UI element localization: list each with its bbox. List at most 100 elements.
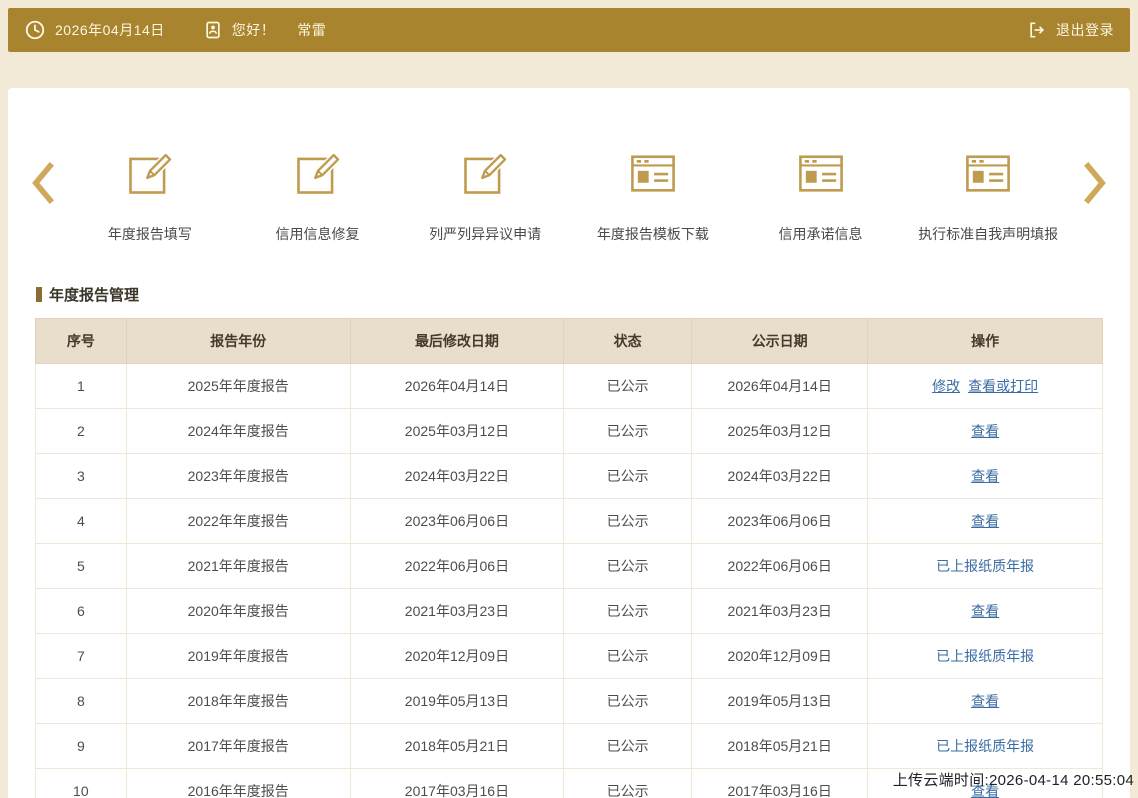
actions-cell: 查看 xyxy=(868,589,1103,634)
action-link[interactable]: 查看 xyxy=(971,603,999,619)
table-row: 62020年年度报告2021年03月23日已公示2021年03月23日查看 xyxy=(36,589,1103,634)
modified-date: 2023年06月06日 xyxy=(350,499,563,544)
upload-time-text: 上传云端时间:2026-04-14 20:55:04 xyxy=(893,769,1134,790)
actions-cell: 查看 xyxy=(868,454,1103,499)
actions-cell: 查看 xyxy=(868,409,1103,454)
main-card: 年度报告填写 信用信息修复 列严列异异议申请年度报告模板下载信用承诺信息 执行标准自我… xyxy=(8,88,1130,798)
status: 已公示 xyxy=(564,724,692,769)
report-year: 2023年年度报告 xyxy=(126,454,350,499)
carousel-items: 年度报告填写 信用信息修复 列严列异异议申请年度报告模板下载信用承诺信息 执行标准自我… xyxy=(66,146,1072,244)
shortcut-carousel: 年度报告填写 信用信息修复 列严列异异议申请年度报告模板下载信用承诺信息 执行标准自我… xyxy=(8,88,1130,244)
publish-date: 2023年06月06日 xyxy=(692,499,868,544)
actions-cell: 已上报纸质年报 xyxy=(868,724,1103,769)
publish-date: 2021年03月23日 xyxy=(692,589,868,634)
status: 已公示 xyxy=(564,769,692,798)
row-number: 10 xyxy=(36,769,127,798)
report-year: 2021年年度报告 xyxy=(126,544,350,589)
status: 已公示 xyxy=(564,364,692,409)
form-icon xyxy=(962,146,1014,200)
logout-button[interactable]: 退出登录 xyxy=(1027,20,1114,40)
row-number: 2 xyxy=(36,409,127,454)
action-link[interactable]: 查看 xyxy=(971,693,999,709)
row-number: 8 xyxy=(36,679,127,724)
shortcut-item-3[interactable]: 列严列异异议申请 xyxy=(401,146,569,244)
modified-date: 2021年03月23日 xyxy=(350,589,563,634)
annual-report-table: 序号报告年份最后修改日期状态公示日期操作 12025年年度报告2026年04月1… xyxy=(35,318,1103,798)
chevron-left-icon xyxy=(27,158,59,211)
shortcut-label: 年度报告填写 xyxy=(108,224,192,244)
action-link[interactable]: 查看 xyxy=(971,513,999,529)
action-link[interactable]: 查看 xyxy=(971,423,999,439)
table-container: 序号报告年份最后修改日期状态公示日期操作 12025年年度报告2026年04月1… xyxy=(35,318,1103,798)
report-year: 2019年年度报告 xyxy=(126,634,350,679)
greeting-text: 您好！ xyxy=(232,20,276,40)
shortcut-label: 信用承诺信息 xyxy=(779,224,863,244)
status: 已公示 xyxy=(564,409,692,454)
action-link[interactable]: 查看 xyxy=(971,468,999,484)
form-icon xyxy=(627,146,679,200)
publish-date: 2019年05月13日 xyxy=(692,679,868,724)
row-number: 7 xyxy=(36,634,127,679)
row-number: 1 xyxy=(36,364,127,409)
edit-icon xyxy=(292,146,344,200)
shortcut-label: 信用信息修复 xyxy=(276,224,360,244)
shortcut-label: 执行标准自我声明填报 xyxy=(918,224,1058,244)
section-title: 年度报告管理 xyxy=(36,284,1130,305)
table-row: 42022年年度报告2023年06月06日已公示2023年06月06日查看 xyxy=(36,499,1103,544)
action-text: 已上报纸质年报 xyxy=(936,648,1034,664)
shortcut-item-5[interactable]: 信用承诺信息 xyxy=(737,146,905,244)
actions-cell: 已上报纸质年报 xyxy=(868,544,1103,589)
row-number: 3 xyxy=(36,454,127,499)
report-year: 2018年年度报告 xyxy=(126,679,350,724)
shortcut-item-1[interactable]: 年度报告填写 xyxy=(66,146,234,244)
actions-cell: 已上报纸质年报 xyxy=(868,634,1103,679)
form-icon xyxy=(795,146,847,200)
edit-icon xyxy=(124,146,176,200)
action-text: 已上报纸质年报 xyxy=(936,738,1034,754)
modified-date: 2026年04月14日 xyxy=(350,364,563,409)
topbar: 2026年04月14日 您好！ 常雷 退出登录 xyxy=(8,8,1130,52)
actions-cell: 查看 xyxy=(868,499,1103,544)
table-row: 22024年年度报告2025年03月12日已公示2025年03月12日查看 xyxy=(36,409,1103,454)
column-header: 序号 xyxy=(36,319,127,364)
modified-date: 2018年05月21日 xyxy=(350,724,563,769)
report-year: 2017年年度报告 xyxy=(126,724,350,769)
carousel-prev-button[interactable] xyxy=(20,158,66,211)
report-year: 2016年年度报告 xyxy=(126,769,350,798)
column-header: 报告年份 xyxy=(126,319,350,364)
modified-date: 2022年06月06日 xyxy=(350,544,563,589)
column-header: 状态 xyxy=(564,319,692,364)
publish-date: 2018年05月21日 xyxy=(692,724,868,769)
section-title-label: 年度报告管理 xyxy=(49,284,139,305)
column-header: 操作 xyxy=(868,319,1103,364)
table-row: 82018年年度报告2019年05月13日已公示2019年05月13日查看 xyxy=(36,679,1103,724)
carousel-next-button[interactable] xyxy=(1072,158,1118,211)
actions-cell: 修改查看或打印 xyxy=(868,364,1103,409)
status: 已公示 xyxy=(564,634,692,679)
username: 常雷 xyxy=(297,20,326,40)
shortcut-item-2[interactable]: 信用信息修复 xyxy=(234,146,402,244)
column-header: 最后修改日期 xyxy=(350,319,563,364)
table-row: 12025年年度报告2026年04月14日已公示2026年04月14日修改查看或… xyxy=(36,364,1103,409)
status: 已公示 xyxy=(564,454,692,499)
report-year: 2024年年度报告 xyxy=(126,409,350,454)
publish-date: 2020年12月09日 xyxy=(692,634,868,679)
action-text: 已上报纸质年报 xyxy=(936,558,1034,574)
row-number: 5 xyxy=(36,544,127,589)
row-number: 6 xyxy=(36,589,127,634)
table-row: 92017年年度报告2018年05月21日已公示2018年05月21日已上报纸质… xyxy=(36,724,1103,769)
section-marker xyxy=(36,287,42,302)
logout-icon xyxy=(1027,20,1047,40)
action-link[interactable]: 修改 xyxy=(932,378,960,394)
publish-date: 2025年03月12日 xyxy=(692,409,868,454)
row-number: 9 xyxy=(36,724,127,769)
modified-date: 2025年03月12日 xyxy=(350,409,563,454)
report-year: 2020年年度报告 xyxy=(126,589,350,634)
publish-date: 2026年04月14日 xyxy=(692,364,868,409)
shortcut-item-4[interactable]: 年度报告模板下载 xyxy=(569,146,737,244)
action-link[interactable]: 查看或打印 xyxy=(968,378,1038,394)
table-row: 32023年年度报告2024年03月22日已公示2024年03月22日查看 xyxy=(36,454,1103,499)
publish-date: 2024年03月22日 xyxy=(692,454,868,499)
shortcut-item-6[interactable]: 执行标准自我声明填报 xyxy=(904,146,1072,244)
publish-date: 2022年06月06日 xyxy=(692,544,868,589)
